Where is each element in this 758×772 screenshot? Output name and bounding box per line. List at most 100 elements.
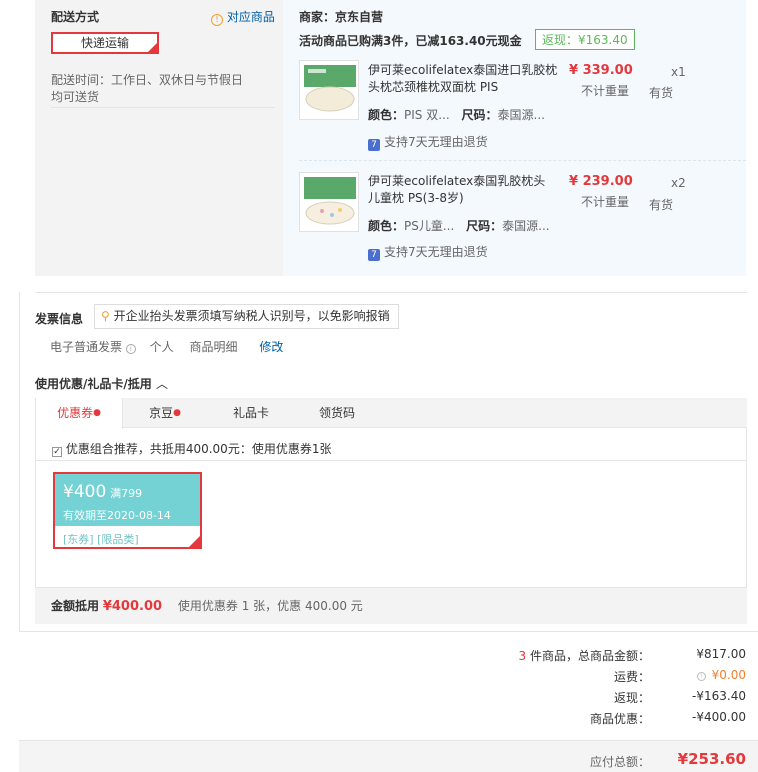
discount-label: 商品优惠： <box>589 712 650 726</box>
payable-label: 应付总额： <box>589 755 650 769</box>
coupon-header: ¥400 满799 有效期至2020-08-14 <box>55 474 200 526</box>
product-title-line2: 头枕芯颈椎枕双面枕 PIS <box>368 80 499 94</box>
delivery-time-line2: 均可送货 <box>51 90 100 104</box>
merchant-name: 京东自营 <box>335 10 384 24</box>
size-value: 泰国源... <box>502 219 550 233</box>
promo-text: 活动商品已购满3件，已减163.40元现金 <box>299 34 522 48</box>
discount-toggle[interactable]: 使用优惠/礼品卡/抵用 ︿ <box>35 375 168 392</box>
cashback-amount: -¥163.40 <box>692 689 746 703</box>
tab-label: 京豆 <box>149 406 174 420</box>
info-icon: ! <box>211 14 223 26</box>
delivery-heading: 配送方式 <box>51 10 100 24</box>
tab-coupons[interactable]: 优惠券● <box>35 398 123 429</box>
summary-goods-row: 3 件商品，总商品金额： ¥817.00 <box>400 647 758 667</box>
express-shipping-option[interactable]: 快递运输 <box>51 32 159 54</box>
recommend-option[interactable]: ✓ 优惠组合推荐，共抵用400.00元：使用优惠券1张 <box>52 440 331 457</box>
goods-total: ¥817.00 <box>696 647 746 661</box>
color-label: 颜色： <box>368 108 405 122</box>
invoice-edit-link[interactable]: 修改 <box>259 340 283 354</box>
invoice-details: 电子普通发票 i 个人 商品明细 修改 <box>50 338 283 355</box>
weight-note: 不计重量 <box>581 195 630 209</box>
summary-discount-row: 商品优惠： -¥400.00 <box>400 710 758 730</box>
cashback-tag: 返现：¥163.40 <box>535 29 635 50</box>
footer-label: 金额抵用 <box>51 599 100 613</box>
item-count: 3 <box>518 649 527 663</box>
tab-redeem-code[interactable]: 领货码 <box>307 398 367 428</box>
goods-total-label: 件商品，总商品金额： <box>529 649 650 663</box>
product-attributes: 颜色：PS儿童... 尺码：泰国源... <box>368 217 550 234</box>
coupon-amount: ¥400 <box>63 482 107 502</box>
tab-label: 优惠券 <box>57 406 94 420</box>
checkbox-icon[interactable]: ✓ <box>52 447 62 457</box>
tab-gift-card[interactable]: 礼品卡 <box>221 398 281 428</box>
invoice-heading: 发票信息 <box>35 312 84 326</box>
product-title-line1: 伊可莱ecolifelatex泰国进口乳胶枕 <box>368 63 558 77</box>
selected-corner-icon <box>189 536 200 547</box>
footer-amount: ¥400.00 <box>102 599 163 614</box>
color-value: PIS 双... <box>404 108 450 122</box>
recommend-text: 优惠组合推荐，共抵用400.00元：使用优惠券1张 <box>65 442 332 456</box>
size-label: 尺码： <box>466 219 503 233</box>
return-icon: 7 <box>368 249 380 261</box>
product-title-link[interactable]: 伊可莱ecolifelatex泰国乳胶枕头 儿童枕 PS(3-8岁) <box>368 173 558 207</box>
return-policy-label: 支持7天无理由退货 <box>384 135 488 149</box>
info-icon[interactable]: ! <box>696 672 706 681</box>
invoice-content: 商品明细 <box>189 340 238 354</box>
location-pin-icon: ⚲ <box>101 309 110 323</box>
invoice-tip-text: 开企业抬头发票须填写纳税人识别号，以免影响报销 <box>113 309 390 323</box>
discount-amount: -¥400.00 <box>692 710 746 724</box>
help-icon[interactable]: i <box>125 344 136 354</box>
section-divider <box>35 292 747 293</box>
new-dot-icon: ● <box>93 408 101 418</box>
product-price: ¥ 239.00 <box>569 174 633 189</box>
payable-amount: ¥253.60 <box>677 750 746 768</box>
return-icon: 7 <box>368 139 380 151</box>
tab-label: 领货码 <box>318 406 355 420</box>
product-attributes: 颜色：PIS 双... 尺码：泰国源... <box>368 106 545 123</box>
return-policy: 7 支持7天无理由退货 <box>368 243 488 261</box>
pillow-image <box>304 177 356 225</box>
shipping-value: ! ¥0.00 <box>696 668 746 682</box>
merchant-line: 商家：京东自营 <box>299 8 383 25</box>
section-divider <box>19 631 758 632</box>
delivery-time: 配送时间：工作日、双休日与节假日 均可送货 <box>51 72 243 106</box>
quantity: x2 <box>671 176 686 190</box>
total-bar: 应付总额： ¥253.60 <box>19 740 758 772</box>
corresponding-items-link[interactable]: ! 对应商品 <box>211 8 275 26</box>
chevron-up-icon: ︿ <box>155 377 168 391</box>
product-price: ¥ 339.00 <box>569 63 633 78</box>
color-value: PS儿童... <box>404 219 455 233</box>
product-thumbnail[interactable] <box>299 172 359 232</box>
tab-jingdou[interactable]: 京豆● <box>135 398 195 428</box>
shipping-amount: ¥0.00 <box>711 668 746 682</box>
footer-desc: 使用优惠券 1 张，优惠 400.00 元 <box>177 599 363 613</box>
product-thumbnail[interactable] <box>299 60 359 120</box>
delivery-time-line1: 配送时间：工作日、双休日与节假日 <box>51 73 244 87</box>
summary-shipping-row: 运费： ! ¥0.00 <box>400 668 758 688</box>
coupon-footer: 金额抵用 ¥400.00 使用优惠券 1 张，优惠 400.00 元 <box>35 588 747 624</box>
delivery-panel: 配送方式 ! 对应商品 快递运输 配送时间：工作日、双休日与节假日 均可送货 <box>35 0 283 276</box>
left-border <box>19 292 20 632</box>
discount-heading: 使用优惠/礼品卡/抵用 <box>35 377 152 391</box>
product-title-line2: 儿童枕 PS(3-8岁) <box>368 191 464 205</box>
return-policy: 7 支持7天无理由退货 <box>368 133 488 151</box>
item-divider <box>299 160 746 161</box>
size-label: 尺码： <box>461 108 498 122</box>
coupon-condition: 满799 <box>110 487 143 500</box>
return-policy-label: 支持7天无理由退货 <box>384 245 488 259</box>
invoice-tip: ⚲ 开企业抬头发票须填写纳税人识别号，以免影响报销 <box>94 304 399 329</box>
product-title-link[interactable]: 伊可莱ecolifelatex泰国进口乳胶枕 头枕芯颈椎枕双面枕 PIS <box>368 62 558 96</box>
new-dot-icon: ● <box>173 408 181 418</box>
pillow-image <box>304 65 356 112</box>
divider <box>51 107 275 108</box>
discount-tabs: 优惠券● 京豆● 礼品卡 领货码 <box>35 398 747 429</box>
coupon-expiry: 有效期至2020-08-14 <box>63 509 171 522</box>
quantity: x1 <box>671 65 686 79</box>
invoice-title: 个人 <box>149 340 174 354</box>
selected-corner-icon <box>148 43 157 52</box>
weight-note: 不计重量 <box>581 84 630 98</box>
coupon-card[interactable]: ¥400 满799 有效期至2020-08-14 [东券] [限品类] <box>53 472 202 549</box>
cashback-label: 返现： <box>613 691 650 705</box>
stock-status: 有货 <box>649 198 674 212</box>
shipping-method-label: 快递运输 <box>80 36 129 50</box>
